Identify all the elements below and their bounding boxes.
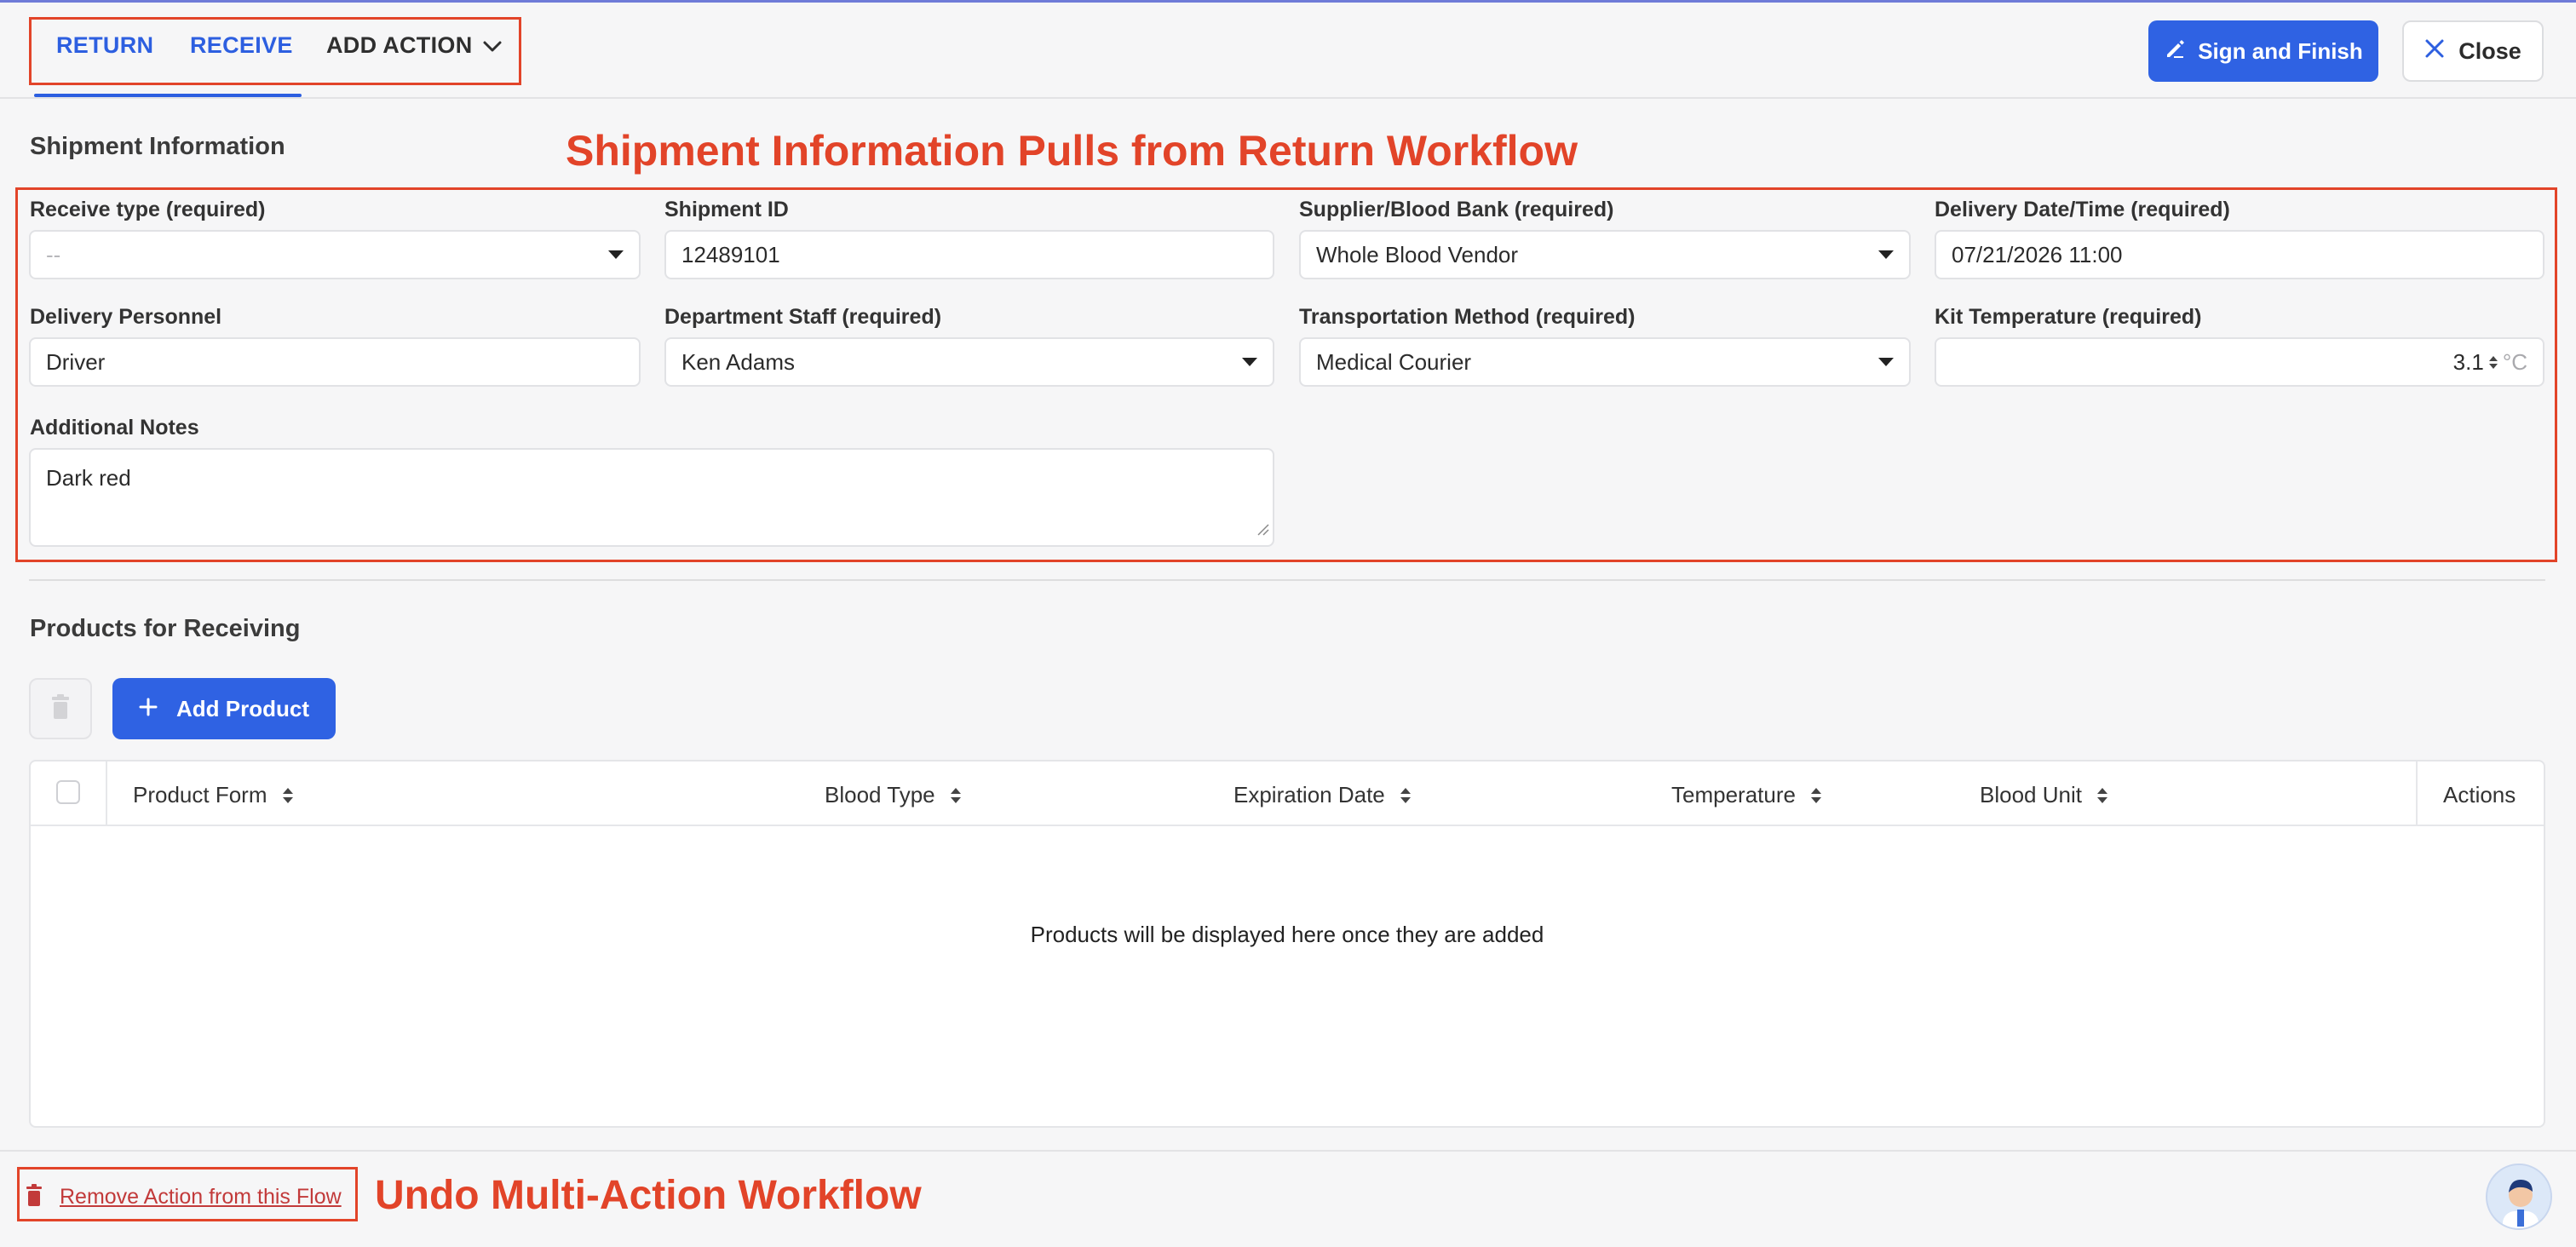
supplier-value: Whole Blood Vendor xyxy=(1316,241,1519,267)
dropdown-caret-icon xyxy=(1242,358,1257,366)
active-tab-indicator xyxy=(34,94,302,97)
shipment-id-input[interactable]: 12489101 xyxy=(664,230,1274,279)
trash-icon xyxy=(26,1184,43,1210)
products-table: Product Form Blood Type Expiration Date … xyxy=(29,760,2545,1128)
sort-icon xyxy=(1400,787,1411,803)
dropdown-caret-icon xyxy=(1878,358,1894,366)
column-header-expiration-date[interactable]: Expiration Date xyxy=(1233,782,1411,808)
trash-icon xyxy=(50,693,71,724)
kit-temperature-input[interactable]: 3.1 °C xyxy=(1935,337,2544,387)
sort-icon xyxy=(2096,787,2107,803)
column-label: Blood Unit xyxy=(1980,782,2082,807)
shipment-annotation: Shipment Information Pulls from Return W… xyxy=(566,127,1578,175)
department-staff-value: Ken Adams xyxy=(681,348,795,375)
dropdown-caret-icon xyxy=(1878,250,1894,259)
spinner-icon[interactable] xyxy=(2488,355,2498,369)
kit-temperature-value: 3.1 xyxy=(2452,348,2484,375)
notes-label: Additional Notes xyxy=(30,416,199,440)
delivery-datetime-input[interactable]: 07/21/2026 11:00 xyxy=(1935,230,2544,279)
column-header-blood-type[interactable]: Blood Type xyxy=(825,782,961,808)
remove-action-label: Remove Action from this Flow xyxy=(60,1185,342,1209)
user-avatar[interactable] xyxy=(2486,1164,2552,1230)
column-label: Temperature xyxy=(1671,782,1796,807)
shipment-id-label: Shipment ID xyxy=(664,198,789,221)
sign-and-finish-button[interactable]: Sign and Finish xyxy=(2148,20,2378,82)
products-section-title: Products for Receiving xyxy=(30,615,301,642)
receive-type-select[interactable]: -- xyxy=(29,230,641,279)
add-product-label: Add Product xyxy=(176,695,309,721)
delete-selected-button[interactable] xyxy=(29,678,92,739)
sort-icon xyxy=(1810,787,1821,803)
notes-value: Dark red xyxy=(46,465,131,491)
supplier-label: Supplier/Blood Bank (required) xyxy=(1299,198,1614,221)
transport-method-select[interactable]: Medical Courier xyxy=(1299,337,1911,387)
department-staff-label: Department Staff (required) xyxy=(664,305,942,329)
column-header-temperature[interactable]: Temperature xyxy=(1671,782,1821,808)
transport-method-value: Medical Courier xyxy=(1316,348,1472,375)
close-label: Close xyxy=(2458,37,2521,64)
column-separator xyxy=(2416,761,2418,826)
column-separator xyxy=(106,761,107,826)
column-label: Blood Type xyxy=(825,782,935,807)
kit-temperature-unit: °C xyxy=(2502,348,2527,375)
delivery-personnel-value: Driver xyxy=(46,348,106,375)
select-all-checkbox[interactable] xyxy=(56,780,80,804)
delivery-personnel-input[interactable]: Driver xyxy=(29,337,641,387)
tab-return[interactable]: RETURN xyxy=(56,32,153,59)
tab-add-action[interactable]: ADD ACTION xyxy=(326,32,473,59)
notes-textarea[interactable]: Dark red xyxy=(29,448,1274,547)
supplier-select[interactable]: Whole Blood Vendor xyxy=(1299,230,1911,279)
dropdown-caret-icon xyxy=(608,250,624,259)
add-product-button[interactable]: Add Product xyxy=(112,678,336,739)
column-header-product-form[interactable]: Product Form xyxy=(133,782,293,808)
top-accent-line xyxy=(0,0,2576,3)
delivery-datetime-label: Delivery Date/Time (required) xyxy=(1935,198,2230,221)
delivery-datetime-value: 07/21/2026 11:00 xyxy=(1952,241,2123,267)
remove-action-link[interactable]: Remove Action from this Flow xyxy=(26,1184,342,1210)
close-icon xyxy=(2424,38,2445,65)
sort-icon xyxy=(282,787,293,803)
chevron-down-icon[interactable] xyxy=(482,39,503,55)
shipment-id-value: 12489101 xyxy=(681,241,780,267)
resize-handle-icon[interactable] xyxy=(1256,515,1269,542)
kit-temperature-label: Kit Temperature (required) xyxy=(1935,305,2202,329)
footer-annotation: Undo Multi-Action Workflow xyxy=(375,1173,922,1218)
plus-icon xyxy=(139,696,158,722)
column-label: Product Form xyxy=(133,782,267,807)
department-staff-select[interactable]: Ken Adams xyxy=(664,337,1274,387)
shipment-section-title: Shipment Information xyxy=(30,133,285,160)
sort-icon xyxy=(950,787,961,803)
tab-receive[interactable]: RECEIVE xyxy=(190,32,293,59)
close-button[interactable]: Close xyxy=(2402,20,2544,82)
pen-icon xyxy=(2164,37,2186,66)
column-header-actions: Actions xyxy=(2443,782,2516,807)
sign-and-finish-label: Sign and Finish xyxy=(2198,37,2363,64)
table-header: Product Form Blood Type Expiration Date … xyxy=(31,761,2544,826)
receive-type-label: Receive type (required) xyxy=(30,198,266,221)
column-header-blood-unit[interactable]: Blood Unit xyxy=(1980,782,2107,808)
transport-method-label: Transportation Method (required) xyxy=(1299,305,1636,329)
empty-table-message: Products will be displayed here once the… xyxy=(1030,922,1544,947)
column-label: Expiration Date xyxy=(1233,782,1385,807)
section-divider xyxy=(29,579,2545,581)
delivery-personnel-label: Delivery Personnel xyxy=(30,305,222,329)
receive-type-value: -- xyxy=(46,241,61,267)
